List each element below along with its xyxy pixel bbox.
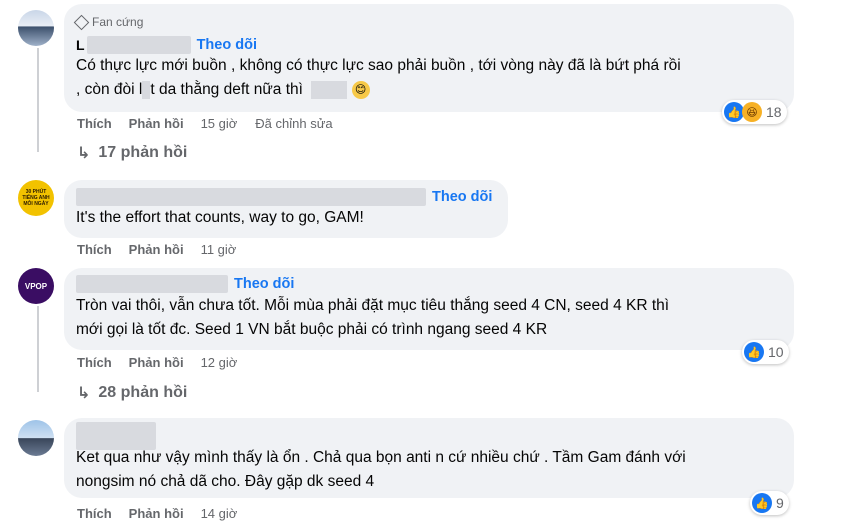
replies-count: 28 phản hồi bbox=[98, 384, 188, 401]
follow-button[interactable]: Theo dõi bbox=[432, 189, 492, 205]
comment-actions: Thích Phản hồi 11 giờ bbox=[77, 242, 254, 257]
like-button[interactable]: Thích bbox=[77, 116, 112, 131]
comment-author[interactable]: L Theo dõi bbox=[76, 36, 257, 54]
follow-button[interactable]: Theo dõi bbox=[234, 276, 294, 292]
redacted-name bbox=[76, 188, 426, 206]
reaction-count: 9 bbox=[776, 495, 784, 511]
comment-line: , còn đòi lt da thằng deft nữa thì 😊 bbox=[76, 78, 681, 102]
follow-button[interactable]: Theo dõi bbox=[197, 37, 257, 53]
redacted-name bbox=[76, 275, 228, 293]
reaction-count: 18 bbox=[766, 104, 782, 120]
like-icon: 👍 bbox=[724, 102, 744, 122]
reply-button[interactable]: Phản hồi bbox=[129, 506, 184, 521]
avatar-text: 30 PHÚT TIẾNG ANH MỖI NGÀY bbox=[22, 189, 50, 207]
comment-bubble: Ket qua như vậy mình thấy là ổn . Chả qu… bbox=[64, 418, 794, 498]
like-button[interactable]: Thích bbox=[77, 506, 112, 521]
diamond-icon bbox=[73, 14, 90, 30]
timestamp[interactable]: 14 giờ bbox=[201, 506, 238, 521]
reply-button[interactable]: Phản hồi bbox=[129, 116, 184, 131]
comment-author[interactable]: Theo dõi bbox=[76, 188, 492, 206]
like-button[interactable]: Thích bbox=[77, 242, 112, 257]
comment-author[interactable]: Theo dõi bbox=[76, 275, 294, 293]
reactions-summary[interactable]: 👍 10 bbox=[742, 340, 789, 364]
comment-bubble: Theo dõi It's the effort that counts, wa… bbox=[64, 180, 508, 238]
badge-label: Fan cứng bbox=[92, 15, 144, 29]
avatar-text: VPOP bbox=[24, 281, 48, 291]
comment-text: Ket qua như vậy mình thấy là ổn . Chả qu… bbox=[76, 446, 686, 494]
comment-bubble: Fan cứng L Theo dõi Có thực lực mới buồn… bbox=[64, 4, 794, 112]
edited-label: Đã chỉnh sửa bbox=[255, 116, 333, 131]
reaction-count: 10 bbox=[768, 344, 784, 360]
comment-line: Tròn vai thôi, vẫn chưa tốt. Mỗi mùa phả… bbox=[76, 297, 670, 314]
thread-line-1 bbox=[37, 48, 39, 152]
comment-line: It's the effort that counts, way to go, … bbox=[76, 209, 364, 226]
reactions-summary[interactable]: 👍 😆 18 bbox=[722, 100, 787, 124]
comment-line: Có thực lực mới buồn , không có thực lực… bbox=[76, 57, 681, 74]
redacted-text bbox=[311, 80, 348, 99]
reactions-summary[interactable]: 👍 9 bbox=[750, 491, 789, 515]
thread-line-3 bbox=[37, 306, 39, 392]
like-icon: 👍 bbox=[752, 493, 772, 513]
timestamp[interactable]: 15 giờ bbox=[201, 116, 238, 131]
like-icon: 👍 bbox=[744, 342, 764, 362]
replies-count: 17 phản hồi bbox=[98, 144, 188, 161]
view-replies-button[interactable]: ↳ 17 phản hồi bbox=[77, 143, 187, 163]
avatar[interactable]: 30 PHÚT TIẾNG ANH MỖI NGÀY bbox=[18, 180, 54, 216]
view-replies-button[interactable]: ↳ 28 phản hồi bbox=[77, 383, 187, 403]
smile-emoji-icon: 😊 bbox=[351, 80, 370, 99]
comment-text: It's the effort that counts, way to go, … bbox=[76, 206, 364, 230]
avatar[interactable] bbox=[18, 10, 54, 46]
comment-actions: Thích Phản hồi 12 giờ bbox=[77, 355, 255, 370]
reply-button[interactable]: Phản hồi bbox=[129, 242, 184, 257]
comment-text: Tròn vai thôi, vẫn chưa tốt. Mỗi mùa phả… bbox=[76, 294, 669, 342]
comment-actions: Thích Phản hồi 15 giờ Đã chỉnh sửa bbox=[77, 116, 351, 131]
like-button[interactable]: Thích bbox=[77, 355, 112, 370]
avatar[interactable]: VPOP bbox=[18, 268, 54, 304]
author-initial: L bbox=[76, 37, 85, 53]
timestamp[interactable]: 11 giờ bbox=[201, 242, 237, 257]
reply-arrow-icon: ↳ bbox=[77, 385, 91, 402]
comment-actions: Thích Phản hồi 14 giờ bbox=[77, 506, 255, 521]
timestamp[interactable]: 12 giờ bbox=[201, 355, 238, 370]
reply-button[interactable]: Phản hồi bbox=[129, 355, 184, 370]
reply-arrow-icon: ↳ bbox=[77, 145, 91, 162]
comment-line: Ket qua như vậy mình thấy là ổn . Chả qu… bbox=[76, 449, 686, 466]
fan-badge: Fan cứng bbox=[73, 14, 144, 30]
avatar[interactable] bbox=[18, 420, 54, 456]
comment-line: nongsim nó chả dã cho. Đây gặp dk seed 4 bbox=[76, 473, 375, 490]
comment-text: Có thực lực mới buồn , không có thực lực… bbox=[76, 54, 681, 102]
comment-bubble: Theo dõi Tròn vai thôi, vẫn chưa tốt. Mỗ… bbox=[64, 268, 794, 350]
redacted-name bbox=[86, 36, 191, 54]
comment-line: mới gọi là tốt đc. Seed 1 VN bắt buộc ph… bbox=[76, 321, 548, 338]
haha-icon: 😆 bbox=[742, 102, 762, 122]
